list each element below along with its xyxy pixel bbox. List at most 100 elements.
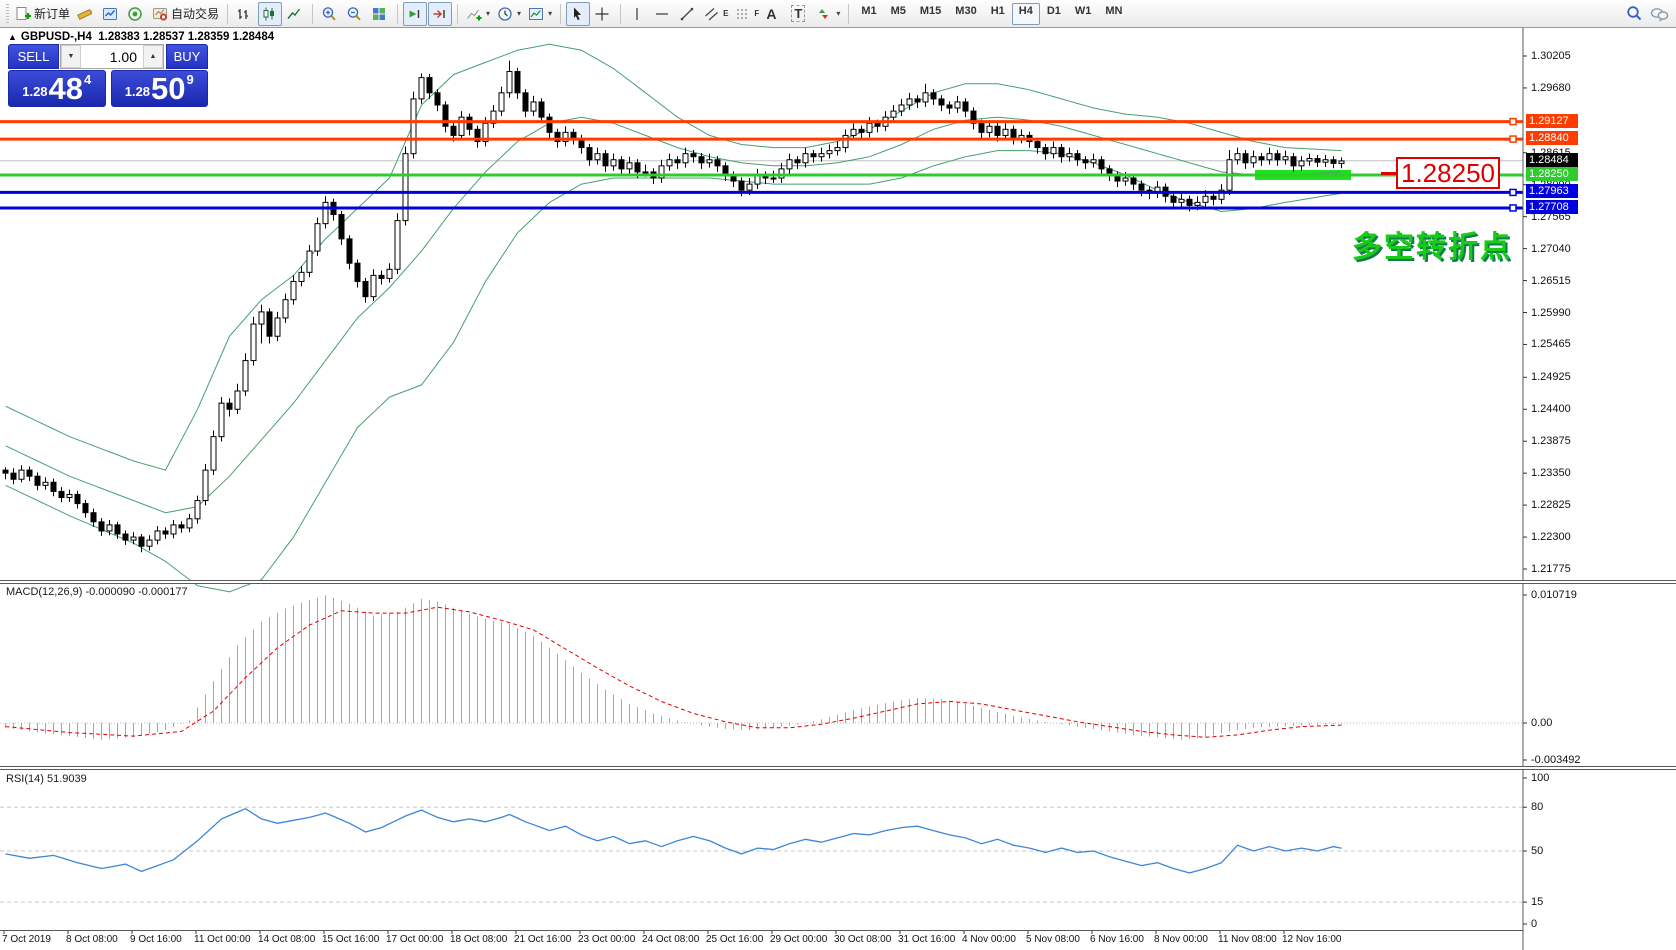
timeframe-m30[interactable]: M30 (948, 3, 983, 25)
search-button[interactable] (1623, 2, 1647, 26)
volume-stepper: ▼ 1.00 ▲ (60, 44, 164, 69)
fibonacci-icon (737, 9, 749, 18)
price-tag-1-28250[interactable]: 1.28250 (1396, 157, 1500, 189)
indicators-dropdown-caret[interactable]: ▾ (486, 9, 490, 18)
timeframe-m1[interactable]: M1 (854, 3, 883, 25)
text-tool-button[interactable]: A (763, 2, 787, 26)
timeframe-h4[interactable]: H4 (1011, 2, 1040, 25)
auto-scroll-button[interactable] (403, 1, 428, 26)
buy-price-prefix: 1.28 (124, 84, 151, 99)
cursor-icon (574, 7, 582, 20)
sell-button[interactable]: SELL (8, 44, 59, 69)
macd-label: MACD(12,26,9) -0.000090 -0.000177 (6, 586, 188, 598)
zoom-out-button[interactable] (343, 2, 367, 26)
arrows-icon (819, 8, 829, 19)
price-tag-connector (1381, 172, 1396, 175)
chat-button[interactable] (1647, 2, 1672, 26)
collapse-trade-panel-icon[interactable]: ▲ (8, 32, 17, 42)
vertical-line-icon (636, 7, 638, 20)
chart-shift-button[interactable] (428, 1, 453, 26)
bar-chart-button[interactable] (233, 2, 257, 26)
text-label-button[interactable]: T (788, 2, 812, 26)
zoom-in-icon (322, 6, 336, 20)
buy-price-big: 50 (151, 71, 186, 107)
chart-ohlc-values: 1.28383 1.28537 1.28359 1.28484 (98, 31, 275, 43)
text-label-icon: T (791, 5, 806, 22)
zoom-in-button[interactable] (318, 2, 342, 26)
timeframe-m5[interactable]: M5 (884, 3, 913, 25)
metaeditor-icon (77, 8, 93, 20)
chart-symbol-period: GBPUSD-,H4 (20, 31, 92, 43)
one-click-trading-panel: SELL ▼ 1.00 ▲ BUY 1.28 48 4 1.28 50 9 (8, 44, 208, 107)
buy-price-pip: 9 (186, 72, 194, 87)
sell-price-pip: 4 (84, 72, 92, 87)
fibo-tag: F (754, 9, 760, 18)
equidistant-channel-icon (705, 7, 718, 20)
chart-shift-icon (433, 9, 445, 18)
trendline-icon (680, 7, 694, 20)
timeframe-group: M1 M5 M15 M30 H1 H4 D1 W1 MN (854, 2, 1129, 25)
trendline-button[interactable] (676, 2, 700, 26)
autotrading-button[interactable]: 自动交易 (149, 2, 222, 26)
auto-scroll-icon (409, 9, 420, 18)
line-chart-icon (287, 8, 301, 19)
pane-separator-macd[interactable] (0, 580, 1676, 584)
indicators-icon (467, 9, 482, 20)
toolbar-drag-handle[interactable] (6, 3, 9, 24)
search-icon (1627, 6, 1642, 21)
chat-icon (1650, 7, 1669, 21)
line-chart-button[interactable] (283, 2, 307, 26)
tile-windows-icon (373, 7, 386, 20)
equidistant-channel-button[interactable]: E (701, 2, 731, 26)
buy-price-display[interactable]: 1.28 50 9 (110, 70, 208, 107)
horizontal-line-button[interactable] (651, 2, 675, 26)
vertical-line-button[interactable] (626, 2, 650, 26)
fibonacci-button[interactable]: F (732, 2, 762, 26)
volume-input[interactable]: 1.00 (81, 45, 143, 68)
timeframe-d1[interactable]: D1 (1040, 3, 1068, 25)
templates-dropdown-caret[interactable]: ▾ (548, 9, 552, 18)
pane-separator-rsi[interactable] (0, 766, 1676, 770)
timeframe-w1[interactable]: W1 (1068, 3, 1099, 25)
new-order-button[interactable]: 新订单 (12, 2, 73, 26)
periods-button[interactable]: ▾ (494, 2, 524, 26)
timeframe-mn[interactable]: MN (1098, 3, 1129, 25)
volume-increase-button[interactable]: ▲ (143, 45, 163, 68)
crosshair-icon (595, 7, 609, 20)
time-axis-border (0, 930, 1523, 931)
candlestick-chart-icon (263, 7, 275, 20)
buy-button[interactable]: BUY (166, 44, 208, 69)
sell-price-display[interactable]: 1.28 48 4 (8, 70, 106, 107)
timeframe-h1[interactable]: H1 (984, 3, 1012, 25)
text-tool-icon: A (766, 5, 777, 22)
bar-chart-icon (238, 8, 249, 19)
templates-icon (529, 7, 544, 20)
terminal-icon (103, 7, 118, 20)
crosshair-button[interactable] (591, 2, 615, 26)
autotrading-icon (153, 7, 168, 21)
data-window-icon (128, 6, 142, 21)
horizontal-line-icon (656, 12, 669, 15)
templates-button[interactable]: ▾ (525, 2, 555, 26)
autotrading-label: 自动交易 (171, 7, 220, 21)
tile-windows-button[interactable] (368, 2, 392, 26)
arrows-button[interactable]: ▾ (813, 2, 843, 26)
chart-title: ▲ GBPUSD-,H4 1.28383 1.28537 1.28359 1.28… (8, 31, 274, 43)
new-order-icon (16, 6, 31, 20)
toolbar: 新订单 自动交易 ▾ ▾ ▾ E F A T ▾ M1 M5 M15 M30 H… (0, 0, 1676, 28)
mt4-window: 新订单 自动交易 ▾ ▾ ▾ E F A T ▾ M1 M5 M15 M30 H… (0, 0, 1676, 950)
note-text[interactable]: 多空转折点 (1352, 222, 1512, 266)
timeframe-m15[interactable]: M15 (913, 3, 948, 25)
cursor-button[interactable] (566, 1, 591, 26)
candlestick-chart-button[interactable] (258, 1, 283, 26)
data-window-button[interactable] (124, 2, 148, 26)
chart-canvas[interactable] (0, 0, 1676, 950)
periods-dropdown-caret[interactable]: ▾ (517, 9, 521, 18)
metaeditor-button[interactable] (74, 2, 98, 26)
terminal-button[interactable] (99, 2, 123, 26)
indicators-button[interactable]: ▾ (463, 2, 493, 26)
arrows-dropdown-caret[interactable]: ▾ (836, 9, 840, 18)
rsi-label: RSI(14) 51.9039 (6, 773, 87, 785)
volume-decrease-button[interactable]: ▼ (61, 45, 81, 68)
sell-price-prefix: 1.28 (22, 84, 48, 99)
